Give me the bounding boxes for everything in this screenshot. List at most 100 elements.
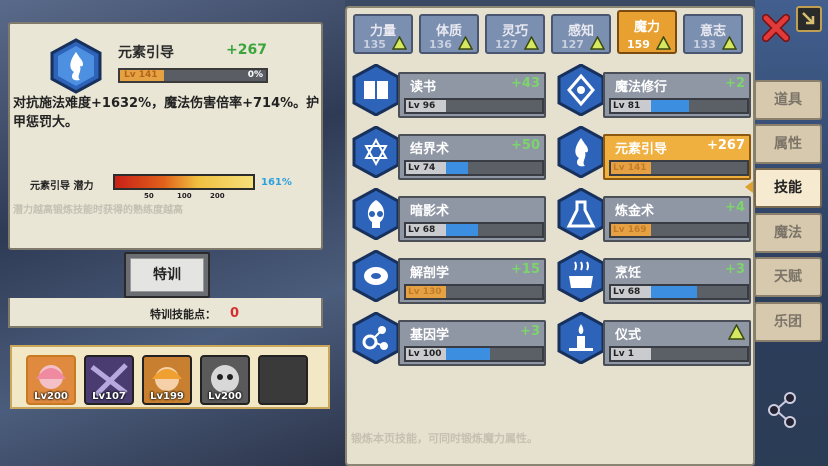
character-level: Lv200 [208, 391, 242, 402]
skill-card[interactable]: 结界术 +50 Lv 74 [352, 124, 547, 180]
detail-level-bar: Lv 141 0% [118, 68, 268, 83]
skill-card[interactable]: 读书 +43 Lv 96 [352, 62, 547, 118]
stat-tab-magic[interactable]: 魔力 159 [617, 10, 677, 54]
skill-box: 元素引导 +267 Lv 141 [603, 134, 751, 180]
skill-name: 烹饪 [615, 266, 642, 281]
potential-label: 元素引导 潜力 [30, 181, 94, 192]
stat-tab-dexterity[interactable]: 灵巧 127 [485, 14, 545, 54]
collapse-arrow-icon [802, 12, 815, 25]
skill-card-selected[interactable]: 元素引导 +267 Lv 141 [557, 124, 752, 180]
character-level: Lv199 [150, 391, 184, 402]
stat-tab-strength[interactable]: 力量 135 [353, 14, 413, 54]
skill-level: Lv 141 [611, 162, 651, 174]
stat-tab-constitution[interactable]: 体质 136 [419, 14, 479, 54]
stat-tabs: 力量 135 体质 136 灵巧 127 感知 127 魔力 159 意志 13… [347, 8, 757, 54]
train-button-label: 特训 [130, 258, 204, 292]
up-arrow-icon [392, 36, 407, 50]
tab-attributes[interactable]: 属性 [754, 124, 822, 164]
detail-title: 元素引导 [118, 45, 174, 61]
stat-tab-perception[interactable]: 感知 127 [551, 14, 611, 54]
skill-level: Lv 81 [611, 100, 651, 112]
tab-items[interactable]: 道具 [754, 80, 822, 120]
cooking-pot-icon [557, 250, 605, 302]
up-arrow-icon [590, 36, 605, 50]
skill-card[interactable]: 解剖学 +15 Lv 130 [352, 248, 547, 304]
potential-bar [113, 174, 255, 190]
share-icon[interactable] [768, 392, 798, 428]
character-slot[interactable]: Lv107 [84, 355, 134, 405]
skill-gain: +2 [725, 76, 745, 91]
tab-talent[interactable]: 天赋 [754, 257, 822, 297]
skill-level-bar: Lv 1 [609, 346, 749, 362]
skill-gain: +3 [520, 324, 540, 339]
skill-level-bar: Lv 141 [609, 160, 749, 176]
skull-icon [352, 188, 400, 240]
skill-name: 魔法修行 [615, 80, 668, 95]
skill-level: Lv 96 [406, 100, 446, 112]
character-slot-empty[interactable] [258, 355, 308, 405]
character-level: Lv200 [34, 391, 68, 402]
skill-card[interactable]: 基因学 +3 Lv 100 [352, 310, 547, 366]
skill-level: Lv 1 [611, 348, 651, 360]
skill-box: 魔法修行 +2 Lv 81 [603, 72, 751, 118]
potential-tick: 100 [177, 192, 192, 200]
skill-name: 炼金术 [615, 204, 655, 219]
skill-box: 结界术 +50 Lv 74 [398, 134, 546, 180]
potential-percent: 161% [261, 177, 292, 188]
training-points-label: 特训技能点： [150, 308, 216, 321]
skill-name: 仪式 [615, 328, 642, 343]
minimize-button[interactable] [796, 6, 822, 32]
skill-level: Lv 68 [406, 224, 446, 236]
skills-footnote: 锻炼本页技能，可同时锻炼魔力属性。 [351, 432, 538, 445]
skill-box: 烹饪 +3 Lv 68 [603, 258, 751, 304]
tab-magic[interactable]: 魔法 [754, 213, 822, 253]
skill-level-bar: Lv 96 [404, 98, 544, 114]
skill-level: Lv 130 [406, 286, 446, 298]
skill-card[interactable]: 魔法修行 +2 Lv 81 [557, 62, 752, 118]
skill-gain: +267 [706, 138, 745, 153]
skill-detail-panel: 元素引导 +267 Lv 141 0% 对抗施法难度+1632%，魔法伤害倍率+… [8, 22, 323, 250]
stat-name: 魔力 [633, 20, 660, 35]
skill-box: 炼金术 +4 Lv 169 [603, 196, 751, 242]
character-bar: Lv200 Lv107 Lv199 Lv200 [10, 345, 330, 409]
skill-box: 基因学 +3 Lv 100 [398, 320, 546, 366]
stat-value: 159 [627, 38, 650, 51]
skill-level: Lv 169 [611, 224, 651, 236]
detail-percent: 0% [247, 70, 263, 80]
character-level: Lv107 [92, 391, 126, 402]
character-slot[interactable]: Lv200 [200, 355, 250, 405]
gene-icon [352, 312, 400, 364]
stat-tab-will[interactable]: 意志 133 [683, 14, 743, 54]
potential-tick: 200 [210, 192, 225, 200]
skill-box: 解剖学 +15 Lv 130 [398, 258, 546, 304]
skill-card[interactable]: 烹饪 +3 Lv 68 [557, 248, 752, 304]
detail-level: Lv 141 [120, 70, 164, 81]
up-arrow-icon [458, 36, 473, 50]
train-button[interactable]: 特训 [124, 252, 210, 298]
skill-level-bar: Lv 100 [404, 346, 544, 362]
skill-card[interactable]: 暗影术 Lv 68 [352, 186, 547, 242]
skills-panel: 力量 135 体质 136 灵巧 127 感知 127 魔力 159 意志 13… [345, 6, 755, 466]
tab-skills[interactable]: 技能 [754, 168, 822, 208]
character-slot[interactable]: Lv200 [26, 355, 76, 405]
tab-band[interactable]: 乐团 [754, 302, 822, 342]
book-icon [352, 64, 400, 116]
element-flame-icon [557, 126, 605, 178]
close-icon[interactable] [762, 14, 790, 42]
magic-rune-icon [557, 64, 605, 116]
stat-value: 127 [495, 38, 518, 51]
meat-icon [352, 250, 400, 302]
skill-box: 仪式 Lv 1 [603, 320, 751, 366]
character-slot[interactable]: Lv199 [142, 355, 192, 405]
active-tab-indicator [745, 181, 753, 193]
skill-name: 元素引导 [615, 142, 668, 157]
stat-value: 127 [561, 38, 584, 51]
ritual-candle-icon [557, 312, 605, 364]
skill-card[interactable]: 仪式 Lv 1 [557, 310, 752, 366]
skill-level-bar: Lv 169 [609, 222, 749, 238]
stat-value: 136 [429, 38, 452, 51]
up-arrow-icon [722, 36, 737, 50]
skill-card[interactable]: 炼金术 +4 Lv 169 [557, 186, 752, 242]
skill-level-bar: Lv 68 [609, 284, 749, 300]
flask-icon [557, 188, 605, 240]
